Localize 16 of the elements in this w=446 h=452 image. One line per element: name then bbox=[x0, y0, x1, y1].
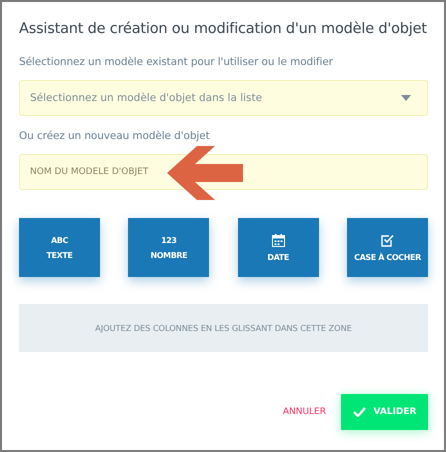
drop-zone[interactable]: AJOUTEZ DES COLONNES EN LES GLISSANT DANS CETTE ZONE bbox=[19, 304, 428, 352]
drop-zone-text: AJOUTEZ DES COLONNES EN LES GLISSANT DANS CETTE ZONE bbox=[95, 323, 352, 333]
field-type-button[interactable]: ABC TEXTE bbox=[19, 218, 100, 277]
field-type-button[interactable]: CASE À COCHER bbox=[346, 218, 428, 277]
checkbox-icon bbox=[380, 234, 394, 246]
cancel-button[interactable]: ANNULER bbox=[280, 405, 328, 419]
arrow-icon bbox=[167, 146, 243, 200]
model-select[interactable]: Sélectionnez un modèle d'objet dans la liste bbox=[19, 80, 428, 116]
field-label: Sélectionnez un modèle existant pour l'utiliser ou le modifier bbox=[19, 55, 334, 70]
field-type-button[interactable]: DATE bbox=[238, 218, 319, 277]
dropdown-caret-icon bbox=[401, 95, 411, 101]
field-type-button[interactable]: 123 NOMBRE bbox=[128, 218, 210, 277]
calendar-icon bbox=[272, 234, 285, 246]
dialog-title: Assistant de création ou modification d'un modèle d'objet bbox=[19, 20, 427, 39]
checkmark-icon bbox=[352, 407, 366, 417]
field-label: Ou créez un nouveau modèle d'objet bbox=[19, 129, 211, 144]
